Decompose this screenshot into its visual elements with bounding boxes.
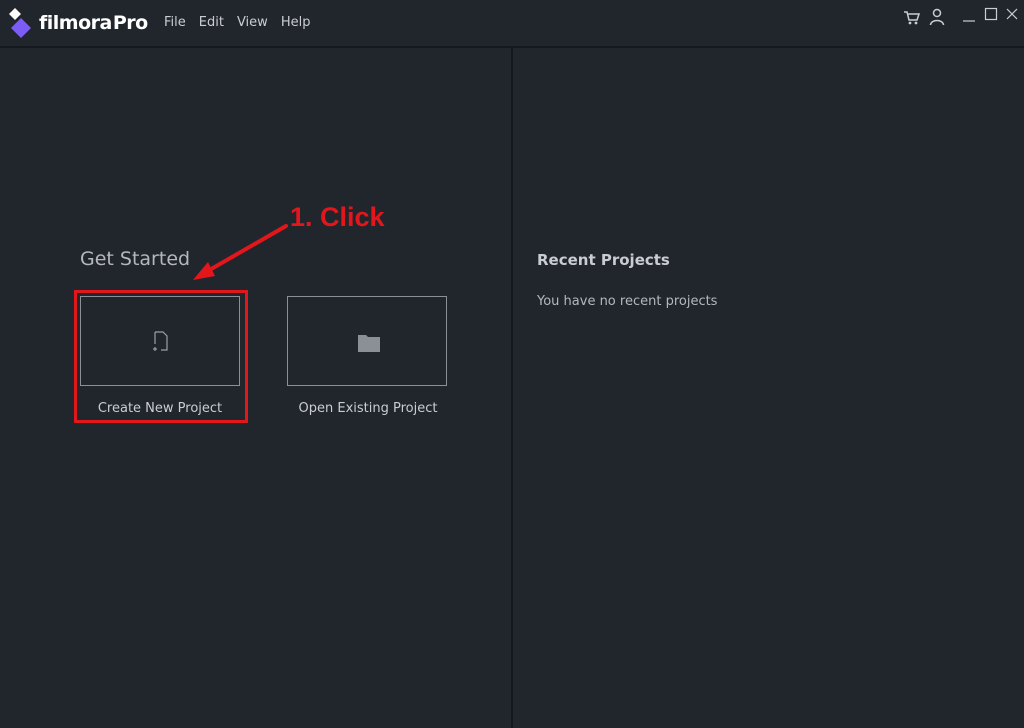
brand-suffix: Pro: [112, 12, 148, 34]
recent-projects-title: Recent Projects: [537, 251, 670, 269]
brand-name: filmora: [39, 12, 112, 34]
filmora-logo-icon: [9, 8, 31, 38]
maximize-icon[interactable]: [984, 4, 998, 24]
menu-help[interactable]: Help: [281, 14, 311, 32]
menu-bar: File Edit View Help: [164, 14, 323, 32]
panel-divider: [511, 48, 513, 728]
annotation-label: 1. Click: [290, 202, 385, 232]
cart-icon[interactable]: [903, 8, 921, 28]
recent-projects-empty: You have no recent projects: [537, 294, 718, 309]
menu-edit[interactable]: Edit: [199, 14, 224, 32]
get-started-title: Get Started: [80, 248, 191, 270]
open-existing-project-label[interactable]: Open Existing Project: [268, 400, 468, 418]
annotation-highlight-box: [74, 290, 248, 423]
user-icon[interactable]: [929, 7, 945, 27]
menu-view[interactable]: View: [237, 14, 268, 32]
menu-file[interactable]: File: [164, 14, 186, 32]
folder-icon: [358, 335, 380, 352]
open-existing-project-button[interactable]: [287, 296, 447, 386]
title-bar: filmoraPro File Edit View Help: [0, 0, 1024, 48]
minimize-icon[interactable]: [962, 8, 976, 28]
app-brand: filmoraPro: [39, 10, 148, 36]
close-icon[interactable]: [1005, 4, 1019, 24]
